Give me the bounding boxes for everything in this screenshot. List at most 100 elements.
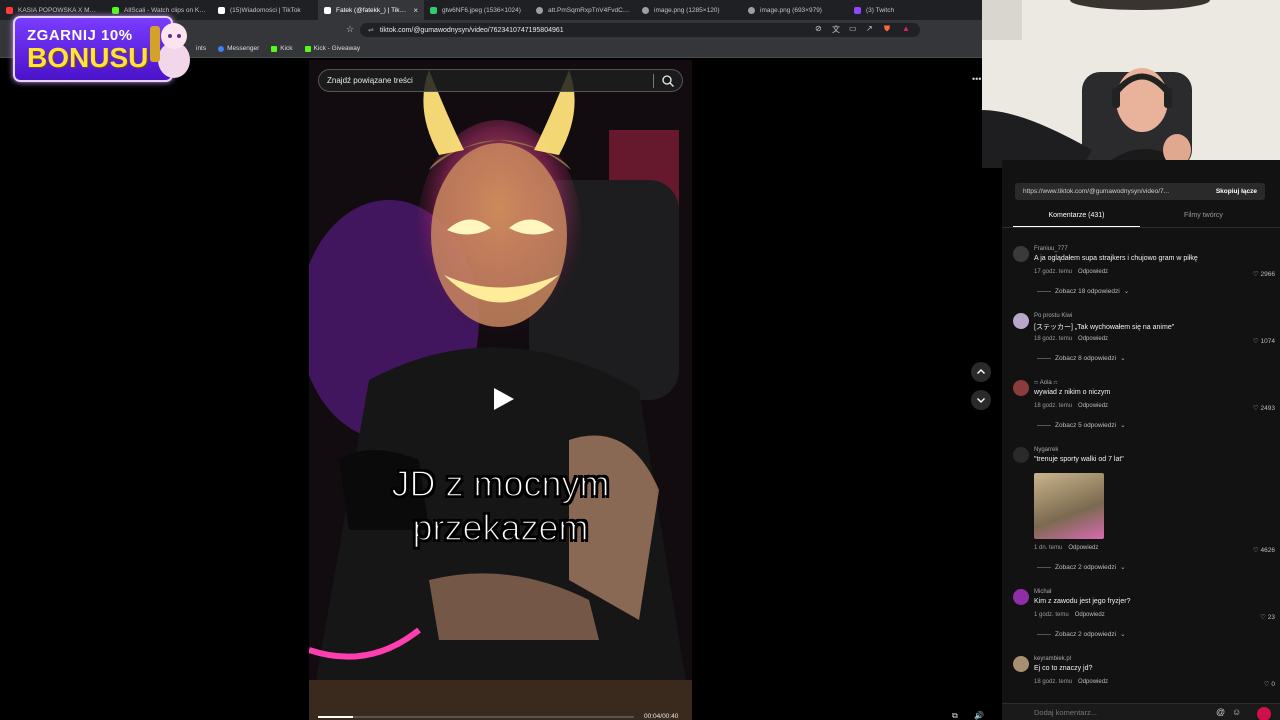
view-replies-button[interactable]: Zobacz 2 odpowiedzi ⌄ [1037, 563, 1126, 571]
like-count: 0 [1271, 681, 1275, 688]
pip-icon[interactable]: ⧉ [952, 711, 958, 720]
address-url: tiktok.com/@gumawodnysyn/video/762341074… [379, 26, 564, 34]
reply-button[interactable]: Odpowiedz [1078, 679, 1108, 685]
avatar[interactable] [1013, 656, 1029, 672]
replies-label: Zobacz 18 odpowiedzi [1055, 287, 1120, 295]
heart-icon: ♡ [1252, 405, 1259, 412]
copy-link-button[interactable]: Skopiuj łącze [1216, 188, 1257, 195]
browser-tab-active[interactable]: Fatek (@fatekk_) | TikTok × [318, 0, 424, 20]
comment-text: A ja oglądałem supa strajkers i chujowo … [1034, 255, 1198, 262]
comment-input[interactable]: Dodaj komentarz... [1034, 708, 1097, 717]
search-input[interactable]: Znajdź powiązane treści [327, 76, 413, 85]
like-button[interactable]: ♡ 4626 [1253, 546, 1275, 554]
replies-line [1037, 566, 1051, 568]
comment-meta: 18 godz. temu Odpowiedz [1034, 679, 1108, 685]
rewards-icon[interactable]: ▲ [902, 24, 910, 33]
like-count: 2966 [1260, 271, 1275, 278]
like-count: 4626 [1260, 547, 1275, 554]
comment-meta: 18 godz. temu Odpowiedz [1034, 403, 1108, 409]
bookmark-messenger[interactable]: Messenger [218, 45, 259, 52]
comment-username[interactable]: Michał [1034, 589, 1051, 595]
browser-tab[interactable]: gtw6NF6.jpeg (1536×1024) [424, 0, 530, 20]
reply-button[interactable]: Odpowiedz [1078, 403, 1108, 409]
view-replies-button[interactable]: Zobacz 5 odpowiedzi ⌄ [1037, 421, 1126, 429]
like-button[interactable]: ♡ 2493 [1253, 404, 1275, 412]
avatar[interactable] [1013, 589, 1029, 605]
reply-button[interactable]: Odpowiedz [1075, 612, 1105, 618]
search-icon[interactable] [661, 74, 675, 88]
comment-text: [ステッカー] „Tak wychowałem się na anime" [1034, 324, 1175, 331]
kick-icon [271, 45, 278, 52]
next-video-button[interactable] [971, 390, 991, 410]
previous-video-button[interactable] [971, 362, 991, 382]
bookmark-kick[interactable]: Kick [271, 45, 293, 52]
comment-text: "trenuje sporty walki od 7 lat" [1034, 456, 1124, 463]
reply-button[interactable]: Odpowiedz [1078, 336, 1108, 342]
brave-shield-icon[interactable]: ⛊ [884, 24, 890, 34]
comment-item: Nygarrek "trenuje sporty walki od 7 lat"… [1013, 447, 1275, 572]
chevron-down-icon: ⌄ [1120, 564, 1126, 571]
play-icon[interactable] [488, 384, 518, 414]
like-button[interactable]: ♡ 23 [1260, 613, 1275, 621]
browser-tab[interactable]: (3) Twitch [848, 0, 954, 20]
avatar[interactable] [1013, 246, 1029, 262]
comment-time: 18 godz. temu [1034, 679, 1073, 685]
comment-username[interactable]: Po prostu Kiwi [1034, 313, 1072, 319]
browser-tab[interactable]: att.PmSqmRxpTnV4FvdCO9f [530, 0, 636, 20]
tab-comments[interactable]: Komentarze (431) [1013, 208, 1140, 228]
view-replies-button[interactable]: Zobacz 8 odpowiedzi ⌄ [1037, 354, 1126, 362]
comment-username[interactable]: Franiuu_777 [1034, 246, 1068, 252]
avatar[interactable] [1013, 380, 1029, 396]
send-button[interactable] [1257, 707, 1271, 720]
chevron-down-icon [977, 398, 985, 403]
related-search-bar[interactable]: Znajdź powiązane treści [318, 69, 683, 92]
heart-icon: ♡ [1252, 271, 1259, 278]
comment-username[interactable]: keyrambiek.pl [1034, 656, 1071, 662]
heart-icon: ♡ [1260, 614, 1266, 621]
browser-tab[interactable]: image.png (1285×120) [636, 0, 742, 20]
like-count: 1074 [1260, 338, 1275, 345]
cast-icon[interactable]: ▭ [849, 24, 857, 33]
emoji-icon[interactable]: ☺ [1232, 707, 1241, 717]
avatar[interactable] [1013, 313, 1029, 329]
comment-time: 18 godz. temu [1034, 336, 1073, 342]
add-comment-bar: Dodaj komentarz... @ ☺ [1002, 703, 1280, 720]
bookmark-kick-giveaway[interactable]: Kick - Giveaway [304, 45, 360, 52]
at-icon[interactable]: @ [1216, 707, 1225, 717]
tab-label: (15)Wiadomości | TikTok [230, 6, 301, 14]
comment-attached-image[interactable] [1034, 473, 1104, 539]
comment-tabs: Komentarze (431) Filmy twórcy [1013, 208, 1267, 228]
close-tab-icon[interactable]: × [413, 6, 418, 15]
comment-username[interactable]: ෆ Aola ෆ [1034, 380, 1057, 387]
browser-tab[interactable]: image.png (693×979) [742, 0, 848, 20]
like-button[interactable]: ♡ 2966 [1253, 270, 1275, 278]
video-time: 00:04/00:40 [644, 713, 679, 720]
view-replies-button[interactable]: Zobacz 2 odpowiedzi ⌄ [1037, 630, 1126, 638]
like-button[interactable]: ♡ 0 [1264, 680, 1275, 688]
replies-label: Zobacz 5 odpowiedzi [1055, 421, 1117, 429]
translate-icon[interactable]: 文 [832, 24, 840, 35]
tab-label: att.PmSqmRxpTnV4FvdCO9f [548, 6, 630, 14]
replies-label: Zobacz 8 odpowiedzi [1055, 354, 1117, 362]
globe-icon [748, 6, 755, 14]
comment-item: Franiuu_777 A ja oglądałem supa strajker… [1013, 246, 1275, 296]
like-button[interactable]: ♡ 1074 [1253, 337, 1275, 345]
bookmark-star-icon[interactable]: ☆ [346, 24, 354, 35]
twitch-favicon-icon [854, 6, 861, 14]
comment-username[interactable]: Nygarrek [1034, 447, 1058, 453]
site-info-icon[interactable]: ⇌ [368, 26, 374, 34]
reader-icon[interactable]: ⊘ [815, 24, 822, 33]
reply-button[interactable]: Odpowiedz [1078, 269, 1108, 275]
video-caption: JD z mocnym przekazem [309, 462, 692, 550]
view-replies-button[interactable]: Zobacz 18 odpowiedzi ⌄ [1037, 287, 1129, 295]
avatar[interactable] [1013, 447, 1029, 463]
more-options-icon[interactable]: ••• [972, 74, 981, 84]
browser-tab[interactable]: (15)Wiadomości | TikTok [212, 0, 318, 20]
webcam-feed [982, 0, 1280, 168]
reply-button[interactable]: Odpowiedz [1068, 545, 1098, 551]
volume-icon[interactable]: 🔊 [974, 711, 984, 720]
share-icon[interactable]: ↗ [866, 24, 873, 33]
video-progress-bar[interactable] [318, 716, 634, 718]
comment-time: 17 godz. temu [1034, 269, 1073, 275]
tab-creator-videos[interactable]: Filmy twórcy [1140, 208, 1267, 228]
